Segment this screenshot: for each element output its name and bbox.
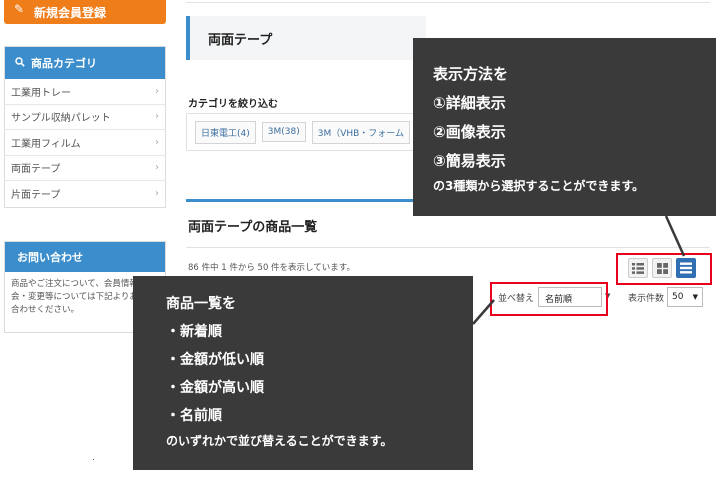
stray-dot	[93, 459, 94, 460]
callout-footer: のいずれかで並び替えることができます。	[166, 434, 393, 448]
callout-line: ②画像表示	[433, 123, 506, 141]
view-mode-callout: 表示方法を ①詳細表示 ②画像表示 ③簡易表示 の3種類から選択することができま…	[413, 38, 716, 216]
sort-callout-pointer	[472, 299, 495, 325]
callout-line: ・名前順	[166, 408, 222, 424]
callout-footer: の3種類から選択することができます。	[433, 179, 645, 193]
callout-line: ・金額が低い順	[166, 352, 264, 368]
callout-line: ・金額が高い順	[166, 380, 264, 396]
sort-callout: 商品一覧を ・新着順 ・金額が低い順 ・金額が高い順 ・名前順 のいずれかで並び…	[133, 276, 473, 470]
callout-line: 表示方法を	[433, 65, 509, 83]
callout-line: ・新着順	[166, 324, 222, 340]
view-callout-pointer	[664, 215, 686, 257]
callout-line: 商品一覧を	[166, 296, 236, 312]
callout-line: ③簡易表示	[433, 152, 506, 170]
callout-line: ①詳細表示	[433, 94, 506, 112]
